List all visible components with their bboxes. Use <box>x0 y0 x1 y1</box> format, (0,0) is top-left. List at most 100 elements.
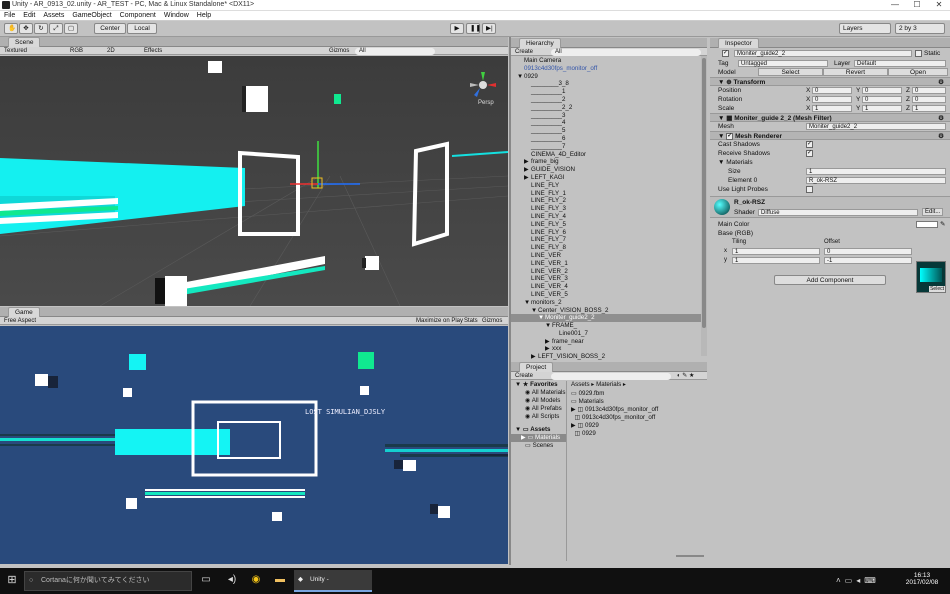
offset-x[interactable]: 0 <box>824 248 912 255</box>
cortana-search-input[interactable]: ○ Cortanaに何か聞いてみてください <box>24 571 192 591</box>
main-color-swatch[interactable] <box>916 221 938 228</box>
file-item[interactable]: ◫ 0913c4d30fps_monitor_off <box>571 414 658 422</box>
light-probes-checkbox[interactable] <box>806 186 813 193</box>
favorites-header[interactable]: ▼ ★ Favorites <box>511 381 566 389</box>
position-z[interactable]: 0 <box>912 87 946 94</box>
receive-shadows-checkbox[interactable]: ✓ <box>806 150 813 157</box>
transform-header[interactable]: ▼ ⊕ Transform ⚙ <box>710 77 950 86</box>
expand-right-icon[interactable]: ▶ <box>531 353 538 361</box>
hierarchy-item[interactable]: Main Camera <box>511 57 707 65</box>
scene-effects-dropdown[interactable]: Effects <box>140 47 162 55</box>
project-search-input[interactable] <box>551 372 671 380</box>
volume-app-icon[interactable]: ◂) <box>226 574 238 586</box>
hierarchy-item[interactable]: LINE_FLY_7 <box>511 236 707 244</box>
hierarchy-item[interactable]: _________7 <box>511 143 707 151</box>
favorite-item[interactable]: ◉ All Models <box>511 397 566 405</box>
scene-2d-toggle[interactable]: 2D <box>103 47 115 55</box>
hierarchy-item[interactable]: ▼0929 <box>511 73 707 81</box>
position-x[interactable]: 0 <box>812 87 852 94</box>
menu-component[interactable]: Component <box>120 12 156 19</box>
tab-hierarchy[interactable]: Hierarchy <box>519 38 561 48</box>
taskbar-unity-app[interactable]: ◆ Unity - AR_0913_02.... <box>294 570 372 592</box>
maximize-button[interactable]: ☐ <box>906 0 928 10</box>
minimize-button[interactable]: — <box>884 0 906 10</box>
expand-down-icon[interactable]: ▼ <box>524 299 531 307</box>
tab-inspector[interactable]: Inspector <box>718 38 759 48</box>
hand-tool-button[interactable]: ✋ <box>4 23 18 34</box>
tiling-y[interactable]: 1 <box>732 257 820 264</box>
tab-scene[interactable]: Scene <box>8 37 41 47</box>
windows-start-icon[interactable]: ⊞ <box>6 574 18 586</box>
expand-right-icon[interactable]: ▶ <box>524 158 531 166</box>
mesh-renderer-checkbox[interactable]: ✓ <box>726 132 734 140</box>
menu-edit[interactable]: Edit <box>23 12 35 19</box>
hierarchy-scrollbar[interactable] <box>701 56 707 356</box>
hierarchy-item[interactable]: _________2 <box>511 96 707 104</box>
folder-materials[interactable]: ▶ ▭ Materials <box>511 434 566 442</box>
hierarchy-item[interactable]: ▼monitors_2 <box>511 299 707 307</box>
layer-dropdown[interactable]: Default <box>854 60 946 67</box>
expand-right-icon[interactable]: ▶ <box>545 345 552 353</box>
add-component-button[interactable]: Add Component <box>774 275 886 285</box>
menu-assets[interactable]: Assets <box>43 12 64 19</box>
folder-scenes[interactable]: ▭ Scenes <box>511 442 566 450</box>
position-y[interactable]: 0 <box>862 87 902 94</box>
rotation-y[interactable]: 0 <box>862 96 902 103</box>
hierarchy-item[interactable]: ▼Moniter_guide2_2 <box>511 314 707 323</box>
hierarchy-search-input[interactable]: All <box>551 48 701 56</box>
game-viewport[interactable]: LOST SIMULIAN_DJSLY <box>0 326 508 564</box>
tiling-x[interactable]: 1 <box>732 248 820 255</box>
project-create-dropdown[interactable]: Create <box>511 373 533 379</box>
cast-shadows-checkbox[interactable]: ✓ <box>806 141 813 148</box>
file-item[interactable]: ▶ ◫ 0913c4d30fps_monitor_off <box>571 406 658 414</box>
tab-project[interactable]: Project <box>519 362 554 372</box>
hierarchy-item[interactable]: ________3_8 <box>511 80 707 88</box>
hierarchy-create-dropdown[interactable]: Create <box>511 49 533 55</box>
scene-rgb-dropdown[interactable]: RGB <box>66 47 83 55</box>
tab-game[interactable]: Game <box>8 307 40 317</box>
file-item[interactable]: ▭ Materials <box>571 398 658 406</box>
tag-dropdown[interactable]: Untagged <box>738 60 828 67</box>
static-checkbox[interactable] <box>915 50 922 57</box>
hierarchy-item[interactable]: CINEMA_4D_Editor <box>511 151 707 159</box>
hierarchy-item[interactable]: ▶ LEFT_KAGI <box>511 174 707 182</box>
menu-gameobject[interactable]: GameObject <box>72 12 111 19</box>
expand-down-icon[interactable]: ▼ <box>517 73 524 81</box>
hierarchy-item[interactable]: LINE_VER_4 <box>511 283 707 291</box>
file-item[interactable]: ◫ 0929 <box>571 430 658 438</box>
file-item[interactable]: ▶ ◫ 0929 <box>571 422 658 430</box>
favorite-item[interactable]: ◉ All Prefabs <box>511 405 566 413</box>
hierarchy-item[interactable]: _________3 <box>511 112 707 120</box>
project-filter-icons[interactable]: ◐ ✎ ★ <box>677 372 707 380</box>
pause-button[interactable]: ❚❚ <box>466 23 481 34</box>
expand-down-icon[interactable]: ▼ <box>531 307 538 315</box>
hierarchy-item[interactable]: LINE_FLY_2 <box>511 197 707 205</box>
layout-dropdown[interactable]: 2 by 3 <box>895 23 945 34</box>
texture-select-button[interactable]: Select <box>929 286 945 292</box>
hierarchy-item[interactable]: LINE_VER <box>511 252 707 260</box>
pivot-local-button[interactable]: Local <box>127 23 157 34</box>
expand-right-icon[interactable]: ▶ <box>524 166 531 174</box>
mesh-field[interactable]: Moniter_guide2_2 <box>806 123 946 130</box>
scale-x[interactable]: 1 <box>812 105 852 112</box>
rotation-x[interactable]: 0 <box>812 96 852 103</box>
hierarchy-item[interactable]: _________4 <box>511 119 707 127</box>
hierarchy-item[interactable]: LINE_VER_5 <box>511 291 707 299</box>
hierarchy-item[interactable]: LINE_FLY <box>511 182 707 190</box>
base-texture-slot[interactable]: Select <box>916 261 946 293</box>
game-gizmos-toggle[interactable]: Gizmos <box>478 317 502 325</box>
expand-down-icon[interactable]: ▼ <box>545 322 552 330</box>
close-button[interactable]: ✕ <box>928 0 950 10</box>
expand-right-icon[interactable]: ▶ <box>524 174 531 182</box>
scene-shading-dropdown[interactable]: Textured <box>0 48 27 54</box>
hierarchy-item[interactable]: ▶ frame_big <box>511 158 707 166</box>
shader-edit-button[interactable]: Edit... <box>922 208 944 216</box>
task-view-icon[interactable]: ▭ <box>200 574 212 586</box>
play-button[interactable]: ▶ <box>450 23 464 34</box>
hierarchy-item[interactable]: LINE_FLY_6 <box>511 229 707 237</box>
shader-dropdown[interactable]: Diffuse <box>758 209 918 216</box>
menu-file[interactable]: File <box>4 12 15 19</box>
menu-window[interactable]: Window <box>164 12 189 19</box>
hierarchy-item[interactable]: Line001_7 <box>511 330 707 338</box>
hierarchy-item[interactable]: LINE_FLY_8 <box>511 244 707 252</box>
